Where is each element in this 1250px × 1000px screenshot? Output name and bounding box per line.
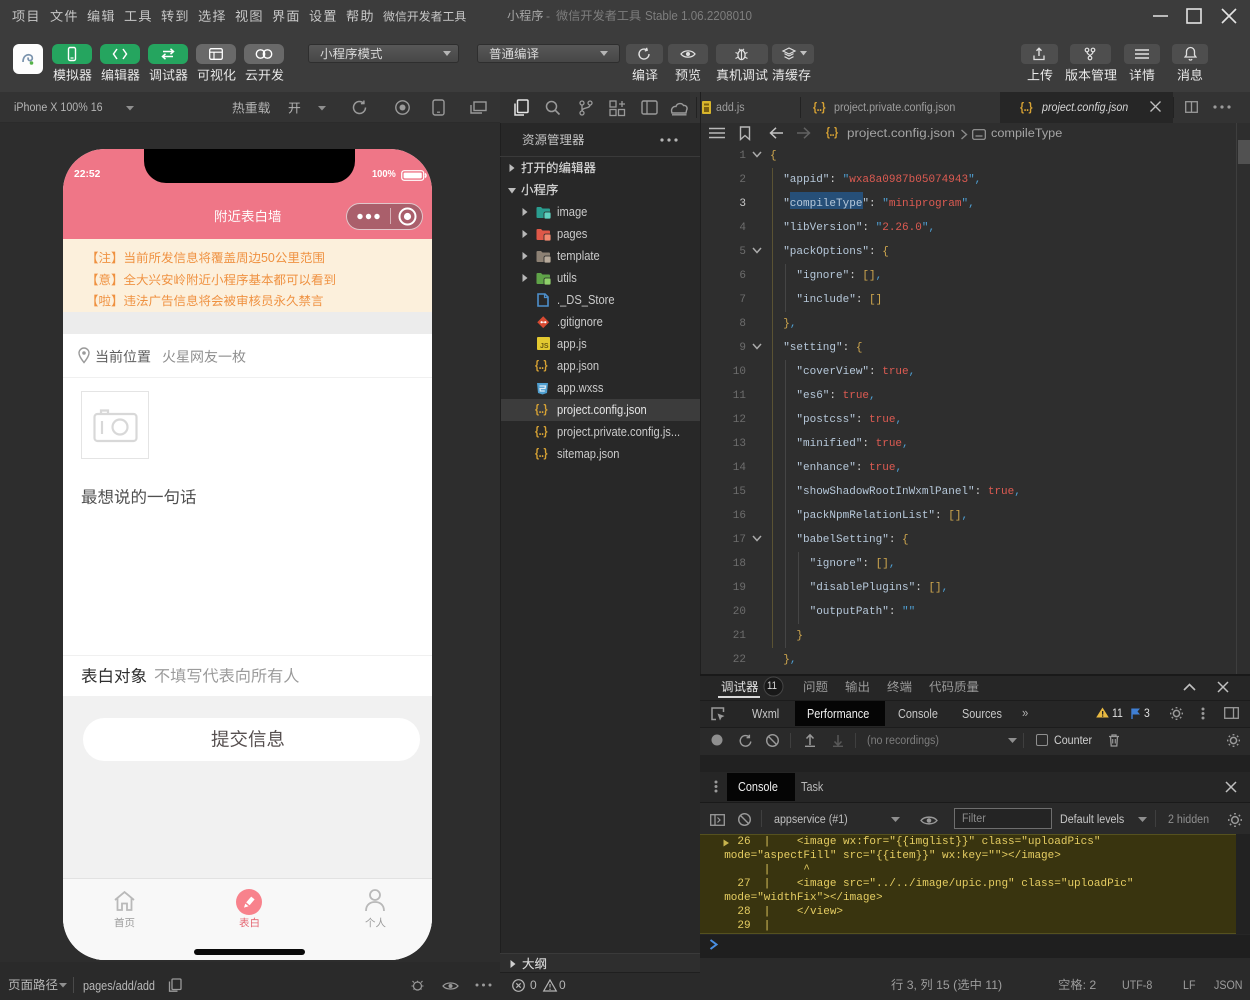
svg-text:50: 50 xyxy=(261,251,275,265)
svg-text:15 (: 15 ( xyxy=(933,978,958,992)
svg-text:3,: 3, xyxy=(903,978,920,992)
svg-text:JS: JS xyxy=(540,343,549,350)
svg-text:: 2: : 2 xyxy=(1083,978,1097,992)
svg-text:11): 11) xyxy=(982,978,1002,992)
